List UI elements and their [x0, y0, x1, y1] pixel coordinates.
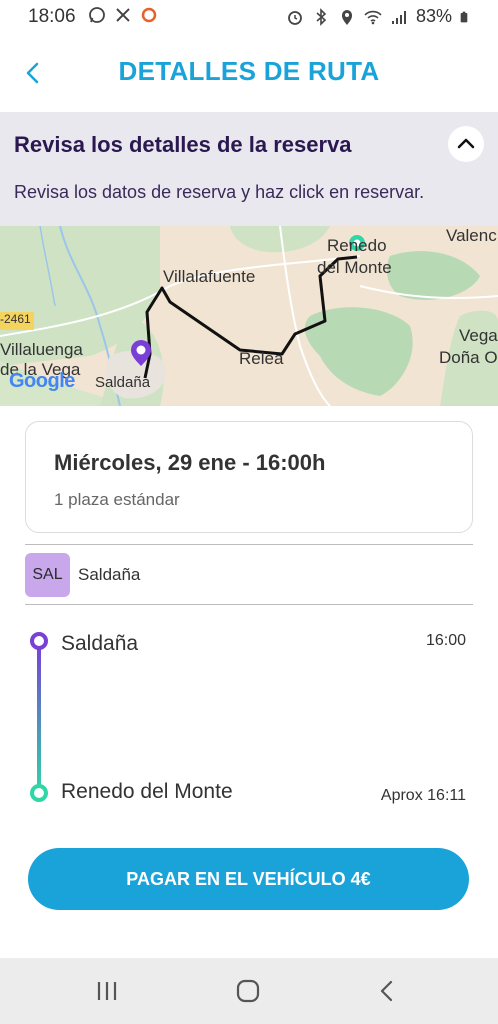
record-icon [141, 7, 157, 23]
status-right-icons: 83% [286, 6, 472, 27]
google-logo: Google [9, 370, 75, 392]
review-panel: Revisa los detalles de la reserva Revisa… [0, 112, 498, 226]
origin-stop-time: 16:00 [425, 632, 466, 649]
route-map[interactable]: Renedo del Monte Valenc Villalafuente -2… [0, 226, 498, 406]
map-label: Relea [239, 349, 284, 368]
battery-icon [460, 11, 468, 22]
collapse-button[interactable] [448, 126, 484, 162]
destination-stop-name: Renedo del Monte [61, 780, 233, 803]
map-label: Valenc [446, 226, 497, 245]
pay-in-vehicle-button[interactable]: PAGAR EN EL VEHÍCULO 4€ [28, 848, 469, 910]
battery-percent: 83% [415, 6, 452, 26]
system-nav-bar [0, 958, 498, 1024]
status-left-icons [88, 6, 158, 24]
signal-icon [391, 10, 406, 24]
route-timeline-line [37, 642, 41, 794]
home-icon [236, 979, 260, 1003]
trip-date: Miércoles, 29 ene - 16:00h [54, 450, 326, 475]
stop-tag-row: SAL Saldaña [25, 552, 140, 598]
location-icon [341, 9, 352, 25]
bluetooth-icon [316, 7, 327, 26]
whatsapp-icon [89, 7, 105, 23]
map-label: Doña O [439, 348, 498, 367]
status-time: 18:06 [28, 6, 76, 27]
stop-tag-name: Saldaña [78, 565, 141, 584]
destination-stop-time: Aprox 16:11 [380, 787, 466, 804]
origin-stop-name: Saldaña [61, 632, 139, 655]
alarm-icon [288, 10, 302, 25]
stop-code-badge: SAL [25, 553, 70, 597]
map-label: Villaluenga [0, 340, 83, 359]
trip-date-card: Miércoles, 29 ene - 16:00h 1 plaza están… [25, 421, 473, 533]
back-nav-icon [380, 980, 393, 1002]
chevron-up-icon [457, 138, 475, 149]
trip-seats: 1 plaza estándar [54, 490, 180, 509]
destination-dot-icon [30, 784, 48, 802]
recent-apps-icon [97, 982, 117, 1000]
app-header: DETALLES DE RUTA [0, 34, 498, 112]
divider [25, 604, 473, 605]
wifi-icon [364, 10, 382, 24]
review-text: Revisa los datos de reserva y haz click … [14, 182, 425, 202]
page-title: DETALLES DE RUTA [118, 56, 380, 86]
divider [25, 544, 473, 545]
recent-apps-button[interactable] [92, 976, 122, 1006]
map-road-label: -2461 [0, 312, 31, 326]
review-title: Revisa los detalles de la reserva [14, 132, 352, 157]
map-label: Villalafuente [163, 267, 256, 286]
map-label: del Monte [317, 258, 392, 277]
x-icon [116, 8, 130, 22]
origin-dot-icon [30, 632, 48, 650]
map-label: Saldaña [95, 374, 151, 391]
status-bar: 18:06 83% [0, 0, 498, 34]
map-label: Renedo [327, 236, 387, 255]
home-button[interactable] [233, 976, 263, 1006]
back-nav-button[interactable] [373, 976, 403, 1006]
map-label: Vega [459, 326, 498, 345]
